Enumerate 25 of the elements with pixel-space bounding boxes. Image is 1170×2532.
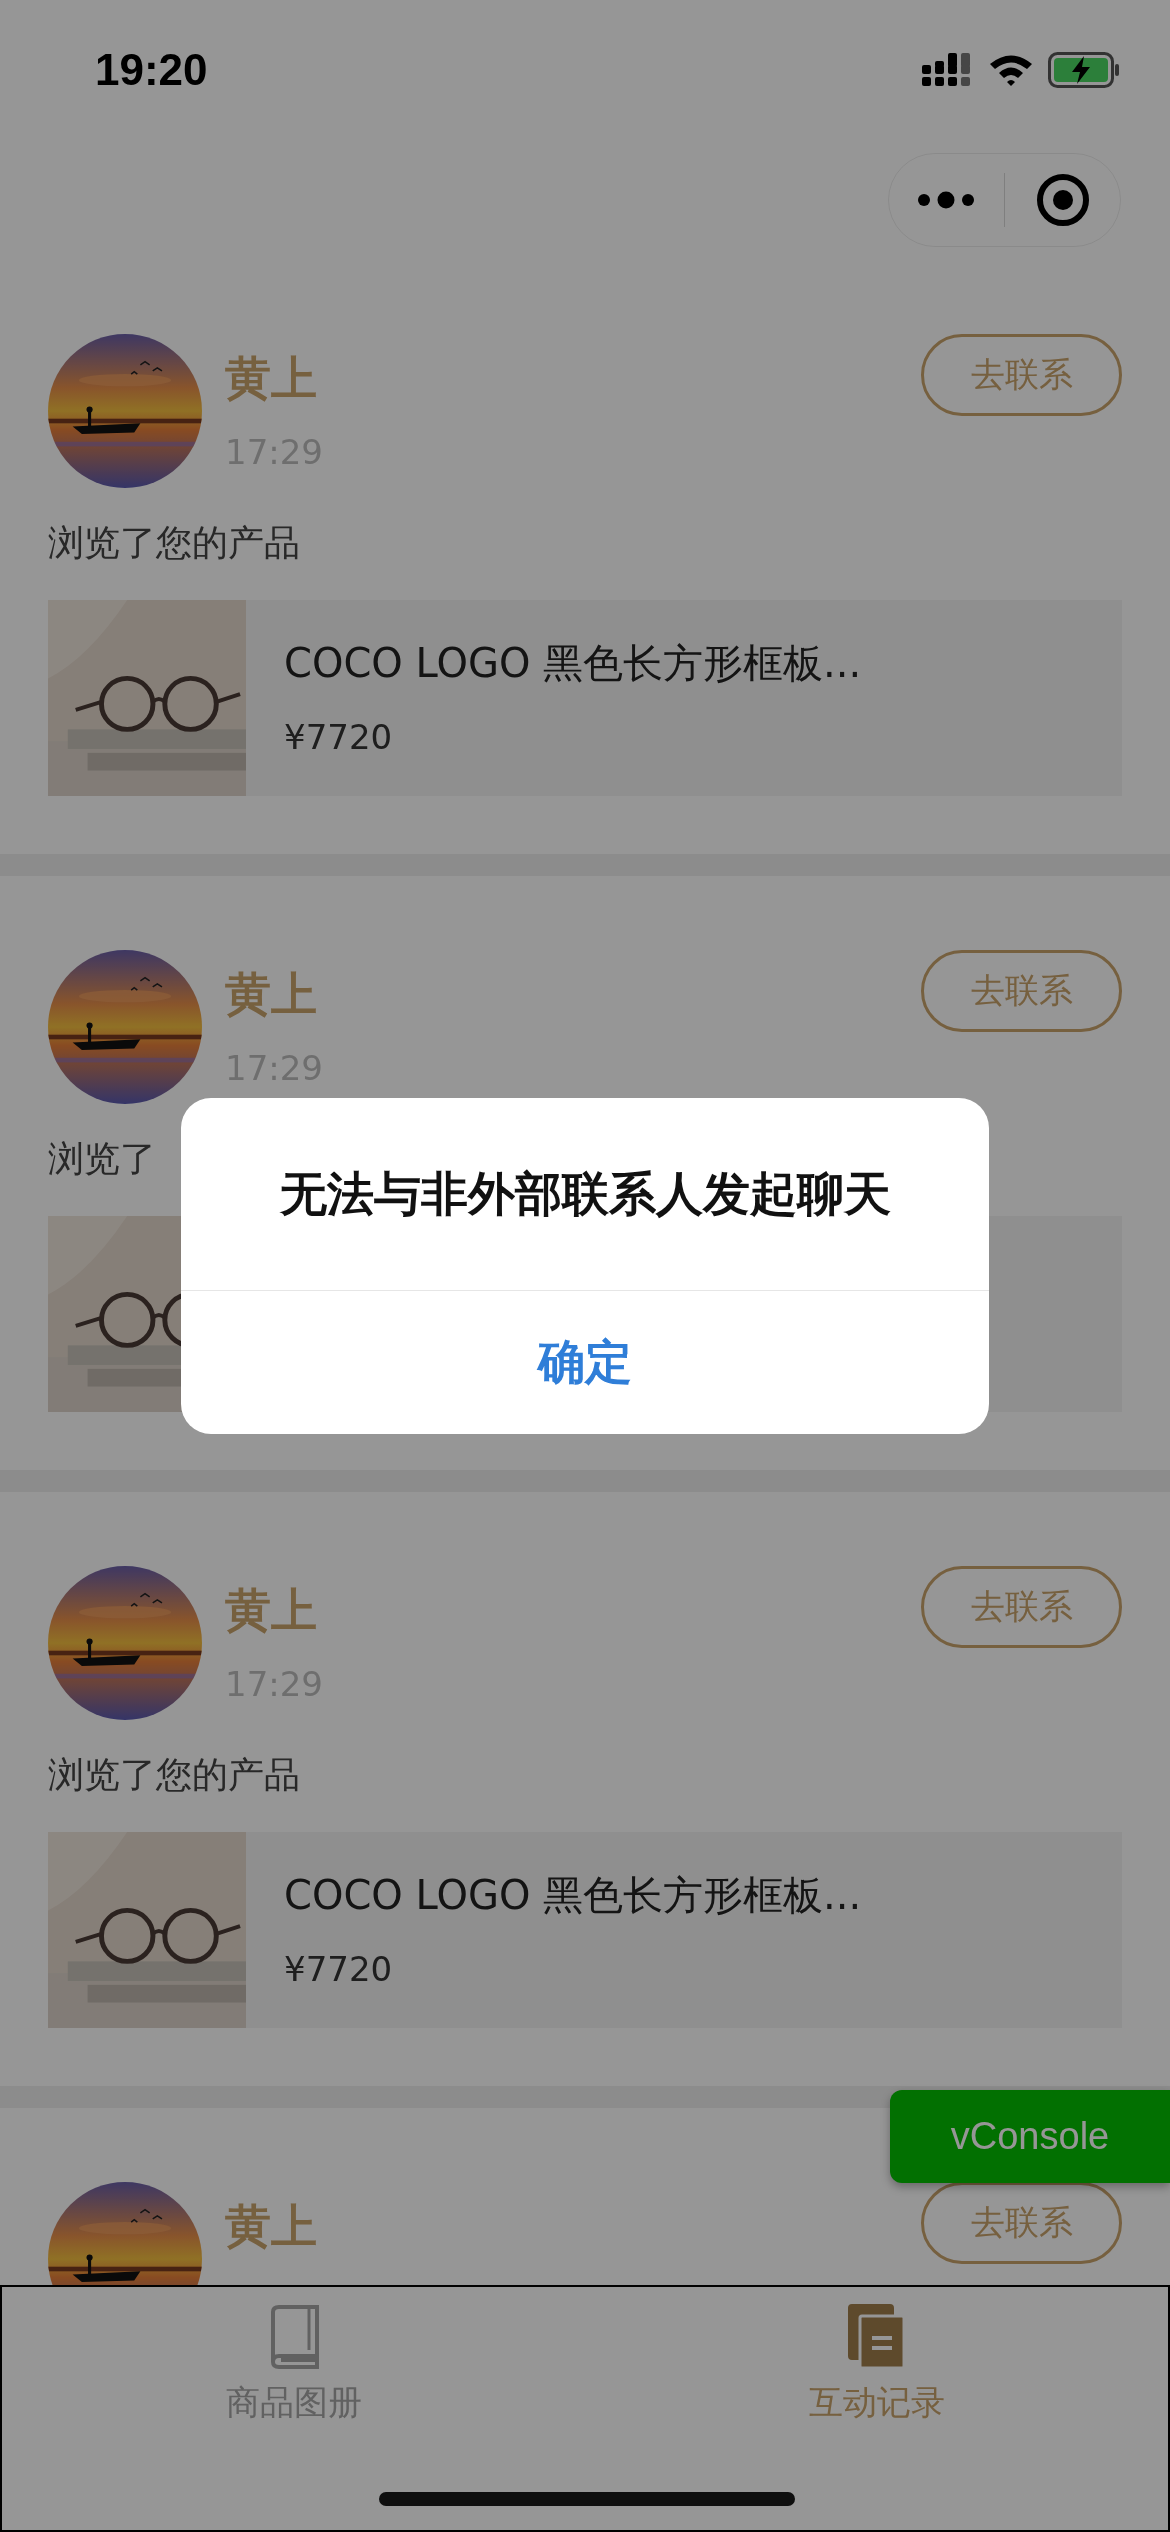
activity-text: 浏览了 <box>48 1138 156 1179</box>
more-icon <box>917 191 976 209</box>
product-price: ¥7720 <box>284 717 393 757</box>
activity-text: 浏览了您的产品 <box>48 1754 300 1795</box>
product-card[interactable]: COCO LOGO 黑色长方形框板... ¥7720 <box>48 1832 1122 2028</box>
vconsole-button[interactable]: vConsole <box>890 2090 1170 2183</box>
user-name: 黄上 <box>225 350 317 406</box>
contact-button[interactable]: 去联系 <box>921 950 1122 1032</box>
contact-button[interactable]: 去联系 <box>921 1566 1122 1648</box>
activity-text: 浏览了您的产品 <box>48 522 300 563</box>
contact-button[interactable]: 去联系 <box>921 334 1122 416</box>
user-name: 黄上 <box>225 2198 317 2254</box>
confirm-button[interactable]: 确定 <box>181 1291 989 1434</box>
user-name: 黄上 <box>225 966 317 1022</box>
dialog-message: 无法与非外部联系人发起聊天 <box>279 1164 891 1223</box>
product-card[interactable]: COCO LOGO 黑色长方形框板... ¥7720 <box>48 600 1122 796</box>
battery-icon <box>1048 52 1120 88</box>
status-time: 19:20 <box>95 45 208 95</box>
user-name: 黄上 <box>225 1582 317 1638</box>
wifi-icon <box>988 53 1034 87</box>
tab[interactable]: 互动记录 <box>808 2287 945 2426</box>
product-title: COCO LOGO 黑色长方形框板... <box>284 1871 862 1919</box>
target-icon <box>1035 173 1090 227</box>
product-price: ¥7720 <box>284 1949 393 1989</box>
product-title: COCO LOGO 黑色长方形框板... <box>284 639 862 687</box>
